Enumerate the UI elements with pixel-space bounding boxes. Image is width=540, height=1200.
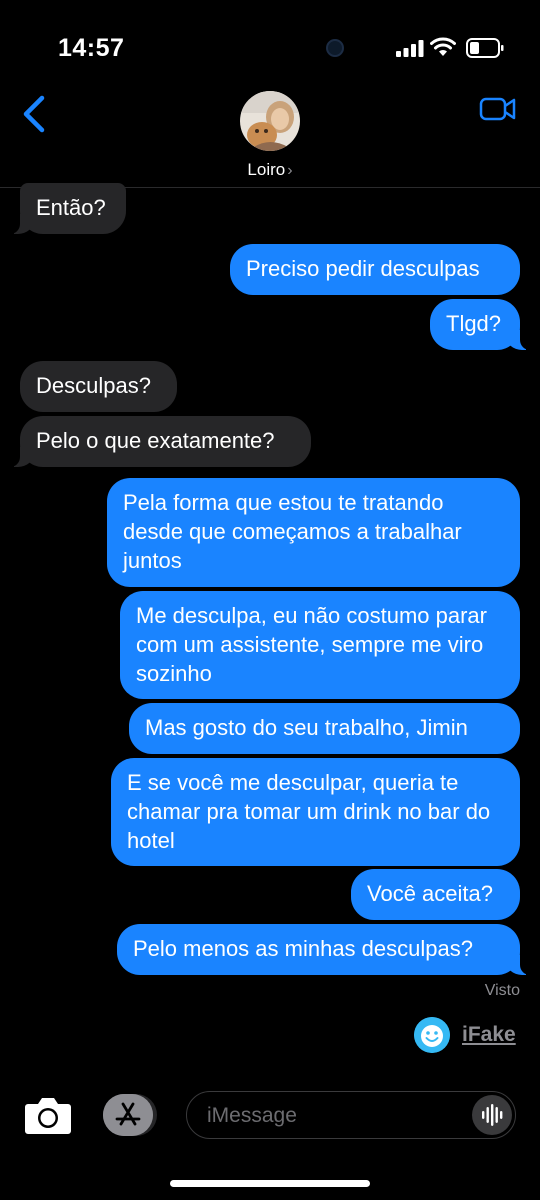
wifi-icon bbox=[430, 37, 456, 56]
contact-avatar[interactable] bbox=[240, 91, 300, 151]
contact-name[interactable]: Loiro bbox=[247, 160, 285, 179]
contact-name-row[interactable]: Loiro › bbox=[0, 160, 540, 180]
message-text: Tlgd? bbox=[446, 311, 502, 336]
home-indicator[interactable] bbox=[170, 1180, 370, 1187]
chevron-left-icon[interactable] bbox=[20, 94, 48, 134]
read-receipt: Visto bbox=[484, 982, 520, 999]
message-text: Desculpas? bbox=[36, 373, 151, 398]
message-text: Mas gosto do seu trabalho, Jimin bbox=[145, 715, 468, 740]
chevron-right-icon: › bbox=[287, 162, 293, 179]
app-store-icon[interactable] bbox=[103, 1094, 157, 1136]
battery-icon bbox=[466, 38, 504, 58]
message-incoming[interactable]: Então? bbox=[10, 183, 126, 234]
signal-icon bbox=[396, 40, 424, 57]
message-text: Pelo o que exatamente? bbox=[36, 428, 275, 453]
message-incoming[interactable]: Desculpas? bbox=[20, 361, 177, 412]
message-input-container[interactable] bbox=[186, 1091, 516, 1139]
message-outgoing[interactable]: Preciso pedir desculpas bbox=[230, 244, 520, 295]
message-outgoing[interactable]: Me desculpa, eu não costumo parar com um… bbox=[120, 591, 520, 699]
conversation-header: Loiro › bbox=[0, 86, 540, 188]
message-outgoing[interactable]: E se você me desculpar, queria te chamar… bbox=[111, 758, 520, 866]
status-time: 14:57 bbox=[58, 34, 125, 62]
status-bar: 14:57 bbox=[0, 0, 540, 90]
audio-waveform-icon[interactable] bbox=[472, 1095, 512, 1135]
video-camera-icon[interactable] bbox=[479, 96, 517, 122]
message-outgoing[interactable]: Tlgd? bbox=[430, 299, 530, 350]
message-text: E se você me desculpar, queria te chamar… bbox=[127, 770, 491, 853]
camera-icon[interactable] bbox=[24, 1095, 72, 1135]
message-incoming[interactable]: Pelo o que exatamente? bbox=[10, 416, 311, 467]
message-outgoing[interactable]: Mas gosto do seu trabalho, Jimin bbox=[129, 703, 520, 754]
message-input[interactable] bbox=[205, 1101, 459, 1131]
message-outgoing[interactable]: Você aceita? bbox=[351, 869, 520, 920]
ifake-label[interactable]: iFake bbox=[462, 1023, 516, 1047]
message-text: Você aceita? bbox=[367, 881, 493, 906]
message-text: Pelo menos as minhas desculpas? bbox=[133, 936, 473, 961]
message-text: Pela forma que estou te tratando desde q… bbox=[123, 490, 462, 573]
message-text: Então? bbox=[36, 195, 106, 220]
smiley-face-icon bbox=[414, 1017, 450, 1053]
message-text: Preciso pedir desculpas bbox=[246, 256, 480, 281]
privacy-indicator-icon bbox=[326, 39, 344, 57]
message-text: Me desculpa, eu não costumo parar com um… bbox=[136, 603, 487, 686]
message-outgoing[interactable]: Pelo menos as minhas desculpas? bbox=[117, 924, 530, 975]
message-outgoing[interactable]: Pela forma que estou te tratando desde q… bbox=[107, 478, 520, 587]
